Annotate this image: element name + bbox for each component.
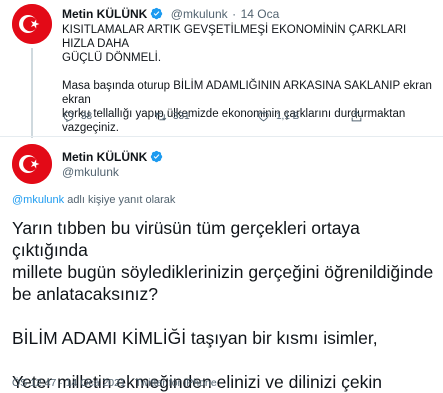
avatar[interactable]	[12, 144, 52, 184]
like-count: 1,1 B	[276, 111, 300, 122]
author-handle[interactable]: @mkulunk	[171, 7, 228, 21]
retweet-count: 331	[173, 111, 190, 122]
parent-header: Metin KÜLÜNK @mkulunk · 14 Oca	[62, 5, 279, 23]
like-icon	[258, 112, 269, 122]
text-line: korku tellallığı yapıp ülkemizde ekonomi…	[62, 108, 406, 120]
text-line: BİLİM ADAMI KİMLİĞİ taşıyan bir kısmı is…	[12, 328, 378, 348]
reply-count: 38	[81, 111, 93, 122]
reply-icon	[63, 111, 74, 123]
author-name[interactable]: Metin KÜLÜNK	[62, 7, 147, 21]
like-button[interactable]: 1,1 B	[257, 110, 299, 123]
avatar[interactable]	[12, 4, 52, 44]
text-line: be anlatacaksınız?	[12, 284, 158, 304]
share-icon	[351, 110, 362, 122]
thread-line	[31, 48, 33, 138]
reply-button[interactable]: 38	[62, 110, 92, 123]
author-name[interactable]: Metin KÜLÜNK	[62, 150, 147, 164]
text-line: millete bugün söylediklerinizin gerçeğin…	[12, 262, 434, 282]
text-line: Yarın tıbben bu virüsün tüm gerçekleri o…	[12, 218, 360, 260]
main-author-block: Metin KÜLÜNK	[62, 148, 163, 166]
share-button[interactable]	[350, 110, 363, 123]
retweet-button[interactable]: 331	[154, 110, 190, 123]
reply-to-label: adlı kişiye yanıt olarak	[64, 194, 176, 206]
parent-tweet-text: KISITLAMALAR ARTIK GEVŞETİLMEŞİ EKONOMİN…	[62, 23, 437, 135]
divider	[0, 136, 443, 137]
verified-badge-icon	[151, 7, 163, 20]
main-tweet-text: Yarın tıbben bu virüsün tüm gerçekleri o…	[12, 217, 437, 393]
separator-dot: ·	[232, 7, 237, 21]
tweet-date[interactable]: 14 Oca	[241, 7, 280, 21]
text-line: KISITLAMALAR ARTIK GEVŞETİLMEŞİ EKONOMİN…	[62, 24, 407, 50]
retweet-icon	[154, 112, 167, 121]
tweet-timestamp[interactable]: ÖS 12:47 · 14 Oca 2021 · Twitter for iPh…	[12, 377, 217, 389]
author-handle[interactable]: @mkulunk	[62, 165, 119, 179]
text-line: GÜÇLÜ DÖNMELİ.	[62, 52, 162, 64]
reply-context: @mkulunk adlı kişiye yanıt olarak	[12, 194, 175, 206]
text-line: vazgeçiniz.	[62, 122, 119, 134]
text-line: Masa başında oturup BİLİM ADAMLIĞININ AR…	[62, 80, 432, 106]
turkish-flag-icon	[12, 4, 52, 44]
turkish-flag-icon	[12, 144, 52, 184]
reply-to-link[interactable]: @mkulunk	[12, 194, 64, 206]
verified-badge-icon	[151, 150, 163, 163]
